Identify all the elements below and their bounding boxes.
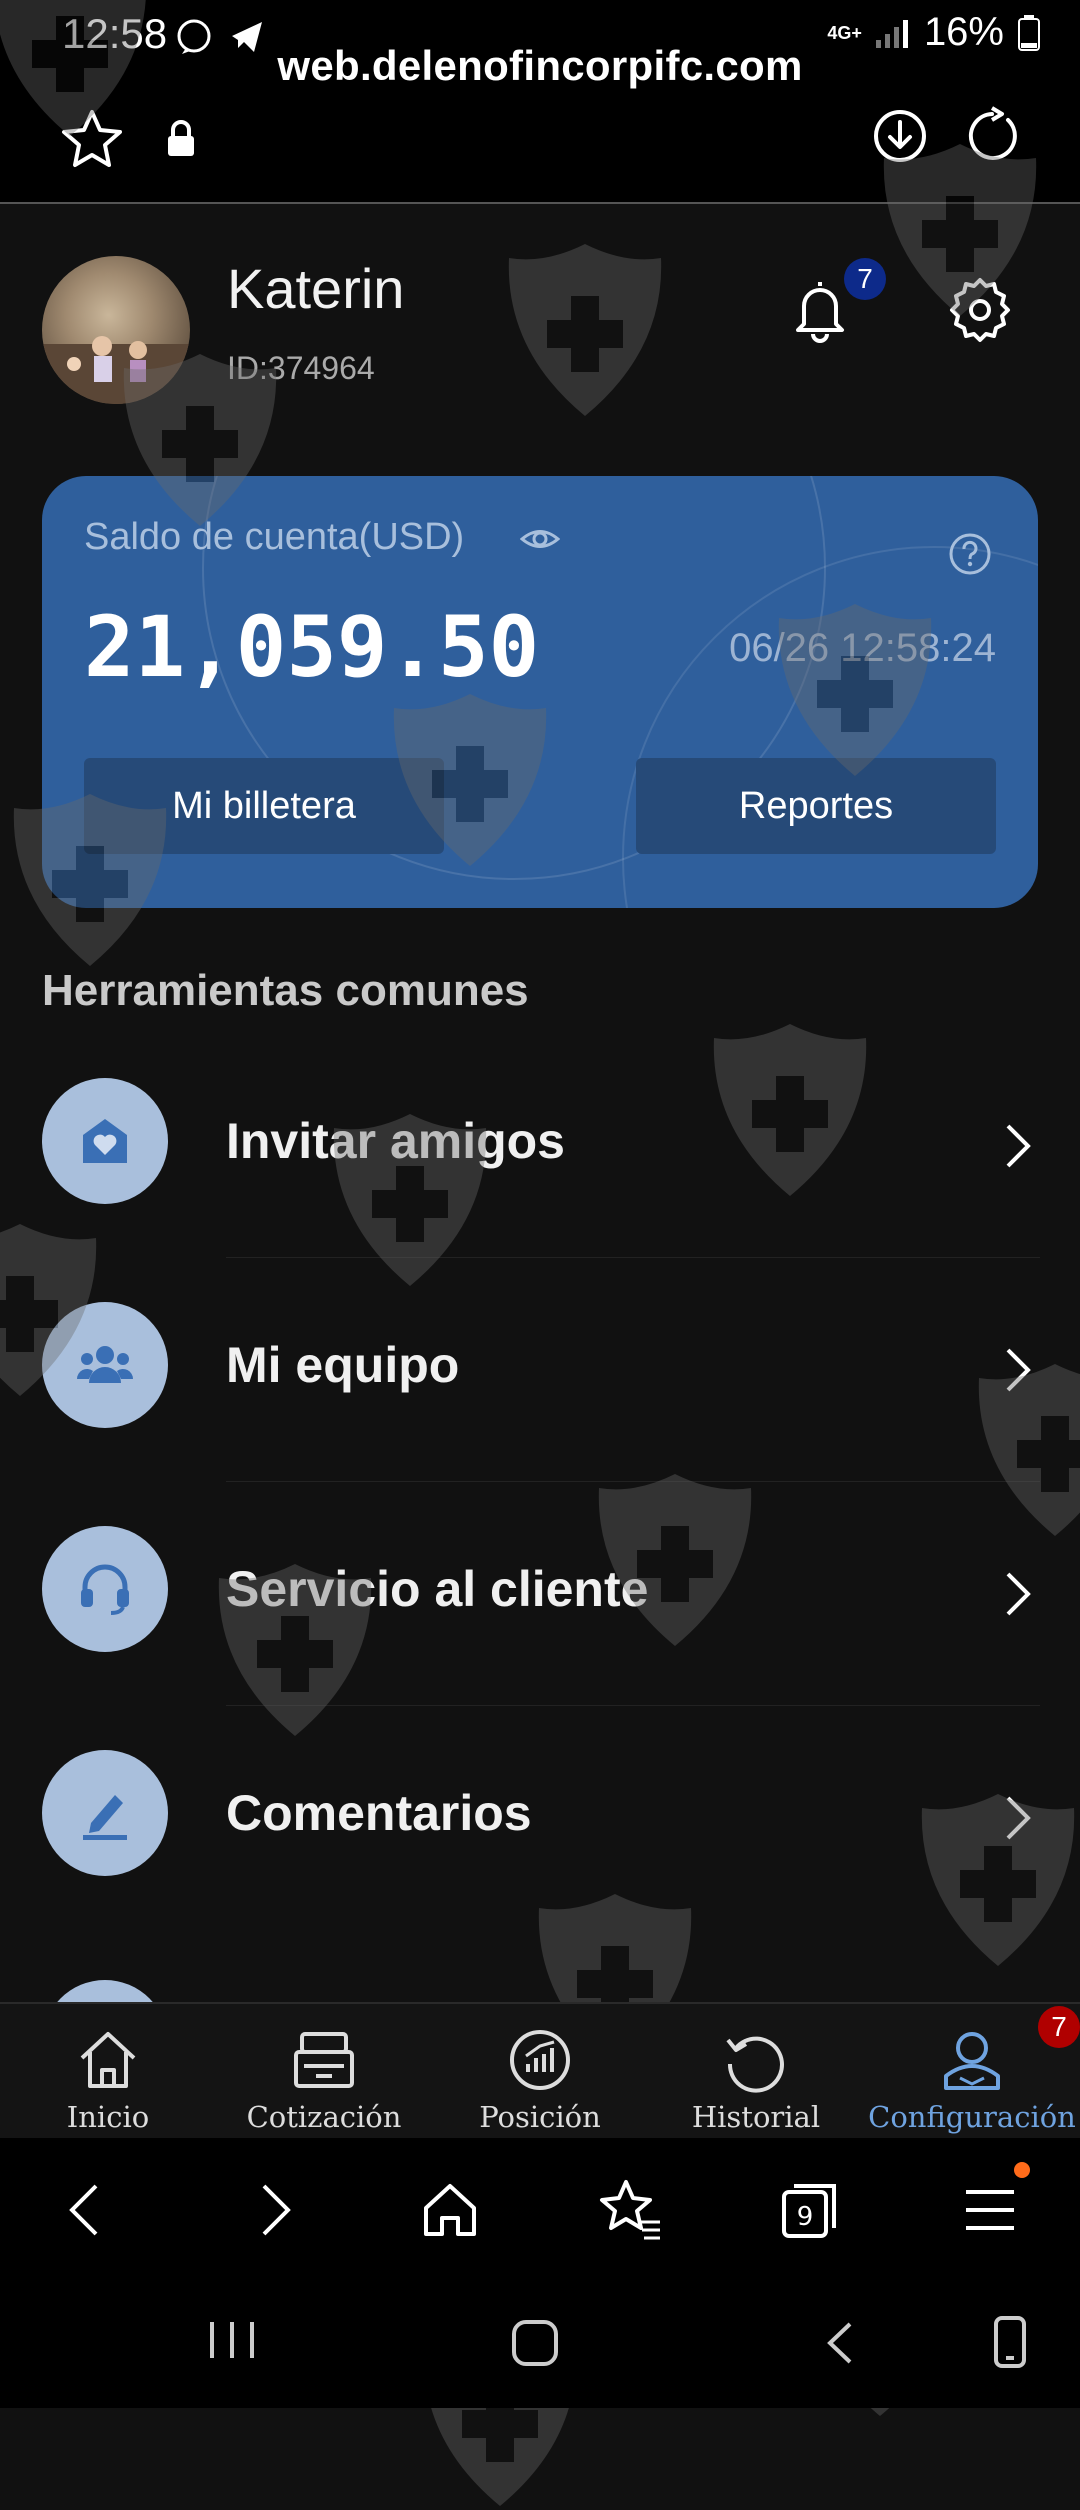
back-system-icon[interactable]: [820, 2318, 860, 2368]
shield-watermark-icon: [883, 144, 1037, 316]
browser-nav: 9: [0, 2138, 1080, 2278]
shield-watermark-icon: [333, 1114, 487, 1286]
bell-icon[interactable]: [786, 276, 854, 344]
shield-watermark-icon: [218, 1564, 372, 1736]
nav-label: Historial: [691, 2100, 821, 2134]
nav-position[interactable]: Posición: [432, 2004, 648, 2140]
forward-icon[interactable]: [240, 2178, 304, 2242]
settings-badge: 7: [1038, 2006, 1080, 2048]
icon-circle: [42, 1750, 168, 1876]
url-bar[interactable]: web.delenofincorpifc.com: [0, 42, 1080, 90]
bookmarks-icon[interactable]: [598, 2178, 662, 2242]
list-item-label: Mi equipo: [226, 1337, 460, 1393]
recents-icon[interactable]: [206, 2318, 258, 2362]
headset-icon: [81, 1564, 129, 1615]
balance-amount: 21,059.50: [84, 598, 540, 696]
nav-label: Posición: [479, 2100, 601, 2134]
nav-history[interactable]: Historial: [648, 2004, 864, 2140]
shield-watermark-icon: [978, 1364, 1080, 1536]
home-system-icon[interactable]: [510, 2318, 560, 2368]
section-title: Herramientas comunes: [42, 966, 529, 1015]
shield-watermark-icon: [0, 1224, 97, 1396]
nav-label: Configuración: [868, 2100, 1076, 2134]
icon-circle: [42, 1526, 168, 1652]
nav-label: Inicio: [66, 2100, 150, 2134]
quote-icon: [294, 2032, 354, 2088]
shield-watermark-icon: [13, 794, 167, 966]
bottom-nav: Inicio Cotización Posición Historial Con…: [0, 2002, 1080, 2140]
position-icon: [510, 2030, 570, 2090]
nav-quotes[interactable]: Cotización: [216, 2004, 432, 2140]
shield-watermark-icon: [713, 1024, 867, 1196]
rotate-screen-icon[interactable]: [990, 2314, 1030, 2370]
shield-watermark-icon: [123, 354, 277, 526]
back-icon[interactable]: [56, 2178, 120, 2242]
system-nav: [0, 2278, 1080, 2408]
shield-watermark-icon: [0, 0, 147, 136]
chevron-right-icon: [1006, 1124, 1031, 1168]
list-item-invite-friends[interactable]: Invitar amigos: [0, 1034, 1080, 1258]
list-item-customer-service[interactable]: Servicio al cliente: [0, 1482, 1080, 1706]
shield-watermark-icon: [598, 1474, 752, 1646]
list-item-my-team[interactable]: Mi equipo: [0, 1258, 1080, 1482]
nav-label: Cotización: [246, 2100, 402, 2134]
shield-watermark-icon: [921, 1794, 1075, 1966]
nav-home[interactable]: Inicio: [0, 2004, 216, 2140]
home-browser-icon[interactable]: [418, 2178, 482, 2242]
profile-icon: [944, 2032, 1000, 2090]
tabs-icon[interactable]: 9: [778, 2178, 842, 2242]
chevron-right-icon: [1006, 1572, 1031, 1616]
shield-watermark-icon: [508, 244, 662, 416]
menu-icon[interactable]: [958, 2178, 1022, 2242]
shield-watermark-icon: [393, 694, 547, 866]
invite-mail-icon: [83, 1119, 127, 1163]
list-item-label: Comentarios: [226, 1785, 532, 1841]
help-icon[interactable]: [948, 532, 992, 576]
pen-icon: [83, 1795, 127, 1840]
username: Katerin: [227, 257, 405, 320]
lock-icon[interactable]: [166, 120, 196, 158]
network-label: 4G+: [827, 22, 862, 43]
history-icon: [726, 2036, 784, 2093]
menu-notification-dot: [1014, 2162, 1030, 2178]
tabs-count: 9: [797, 2202, 814, 2232]
home-icon: [80, 2032, 136, 2088]
icon-circle: [42, 1078, 168, 1204]
shield-watermark-icon: [778, 604, 932, 776]
eye-icon[interactable]: [520, 522, 560, 556]
